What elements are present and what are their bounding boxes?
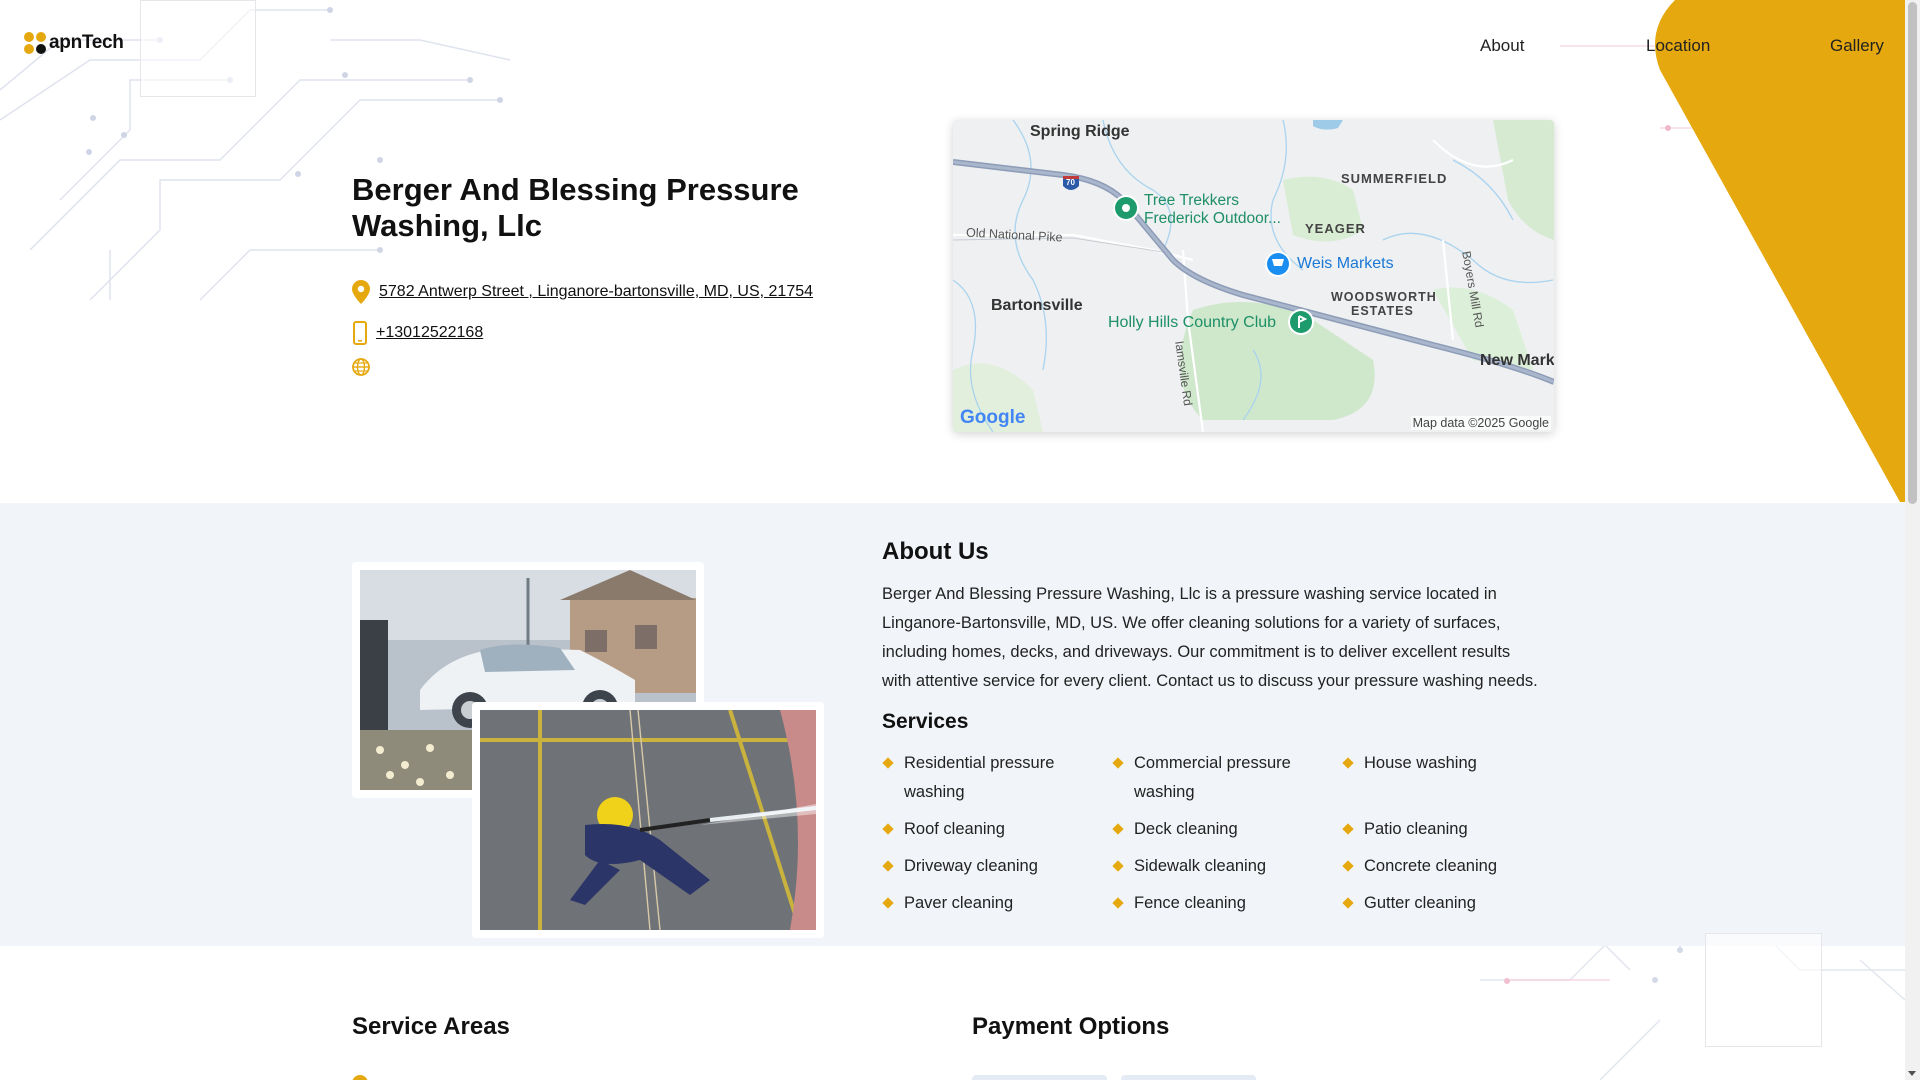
service-item: Concrete cleaning xyxy=(1342,852,1572,881)
decorative-box-bottom xyxy=(1705,933,1822,1047)
diamond-bullet-icon xyxy=(882,860,894,872)
phone-icon xyxy=(352,321,367,345)
service-item: Roof cleaning xyxy=(882,815,1112,844)
map-label-spring-ridge: Spring Ridge xyxy=(1030,123,1130,140)
map-label-yeager: YEAGER xyxy=(1305,221,1366,236)
diamond-bullet-icon xyxy=(1342,860,1354,872)
service-item: House washing xyxy=(1342,749,1572,807)
nav-item-gallery[interactable]: Gallery xyxy=(1830,36,1884,56)
diamond-bullet-icon xyxy=(1342,757,1354,769)
map-label-tree-trekkers-1: Tree Trekkers xyxy=(1144,192,1240,209)
logo-text: apnTech xyxy=(49,32,124,53)
service-item: Driveway cleaning xyxy=(882,852,1112,881)
map-label-interstate: 70 xyxy=(1066,178,1075,187)
map-google-wordmark: Google xyxy=(960,407,1025,428)
map-label-new-market: New Mark xyxy=(1480,352,1554,369)
map-pin-icon xyxy=(352,1075,368,1080)
map-pin-icon xyxy=(352,280,370,304)
diamond-bullet-icon xyxy=(1112,757,1124,769)
nav-item-about[interactable]: About xyxy=(1480,36,1524,56)
map-attribution: Map data ©2025 Google xyxy=(1410,416,1551,430)
payment-options-title: Payment Options xyxy=(972,1013,1170,1040)
about-text: Berger And Blessing Pressure Washing, Ll… xyxy=(882,585,1538,690)
location-map[interactable]: Google Spring Ridge SUMMERFIELD Tree Tre… xyxy=(953,120,1554,432)
phone-link[interactable]: +13012522168 xyxy=(376,324,483,342)
payment-option-chip xyxy=(972,1075,1107,1080)
map-marker-tree-trekkers xyxy=(1113,195,1139,221)
map-label-weis-markets: Weis Markets xyxy=(1297,255,1394,272)
brand-logo[interactable]: apnTech xyxy=(24,32,124,54)
map-label-bartonsville: Bartonsville xyxy=(991,297,1083,314)
diamond-bullet-icon xyxy=(1112,823,1124,835)
service-item: Residential pressure washing xyxy=(882,749,1112,807)
address-link[interactable]: 5782 Antwerp Street , Linganore-bartonsv… xyxy=(379,283,813,301)
service-item: Gutter cleaning xyxy=(1342,889,1572,918)
phone-row: +13012522168 xyxy=(352,321,483,345)
map-marker-holly-hills xyxy=(1288,309,1314,335)
diamond-bullet-icon xyxy=(1112,897,1124,909)
map-label-tree-trekkers-2: Frederick Outdoor... xyxy=(1144,210,1281,227)
map-label-summerfield: SUMMERFIELD xyxy=(1341,171,1448,186)
photo-pressure-washer xyxy=(472,702,824,938)
map-marker-weis-markets xyxy=(1265,251,1291,277)
scroll-down-arrow-icon[interactable] xyxy=(1908,1071,1916,1076)
logo-dots-icon xyxy=(24,32,46,54)
services-list: Residential pressure washing Commercial … xyxy=(882,749,1572,918)
page-scrollbar[interactable] xyxy=(1905,0,1920,1080)
diamond-bullet-icon xyxy=(1112,860,1124,872)
pressure-washer-image xyxy=(480,709,817,931)
nav-item-location[interactable]: Location xyxy=(1646,36,1710,56)
map-label-woodsworth-2: ESTATES xyxy=(1351,304,1414,318)
about-title: About Us xyxy=(882,538,989,565)
page: apnTech About Location Gallery Berger An… xyxy=(0,0,1920,1080)
service-item: Patio cleaning xyxy=(1342,815,1572,844)
address-row: 5782 Antwerp Street , Linganore-bartonsv… xyxy=(352,280,813,304)
service-item: Deck cleaning xyxy=(1112,815,1342,844)
map-label-holly-hills: Holly Hills Country Club xyxy=(1108,314,1277,331)
payment-option-chip xyxy=(1121,1075,1256,1080)
diamond-bullet-icon xyxy=(882,757,894,769)
diamond-bullet-icon xyxy=(1342,823,1354,835)
diamond-bullet-icon xyxy=(882,823,894,835)
diamond-bullet-icon xyxy=(1342,897,1354,909)
service-item: Paver cleaning xyxy=(882,889,1112,918)
diamond-bullet-icon xyxy=(882,897,894,909)
map-label-woodsworth-1: WOODSWORTH xyxy=(1331,290,1437,304)
services-title: Services xyxy=(882,710,969,733)
service-item: Sidewalk cleaning xyxy=(1112,852,1342,881)
service-item: Commercial pressure washing xyxy=(1112,749,1342,807)
scrollbar-thumb[interactable] xyxy=(1908,2,1917,504)
service-item: Fence cleaning xyxy=(1112,889,1342,918)
business-name: Berger And Blessing Pressure Washing, Ll… xyxy=(352,172,799,243)
site-header: apnTech About Location Gallery xyxy=(0,0,1905,100)
globe-icon[interactable] xyxy=(352,358,370,376)
service-areas-title: Service Areas xyxy=(352,1013,510,1040)
website-row xyxy=(352,358,379,376)
